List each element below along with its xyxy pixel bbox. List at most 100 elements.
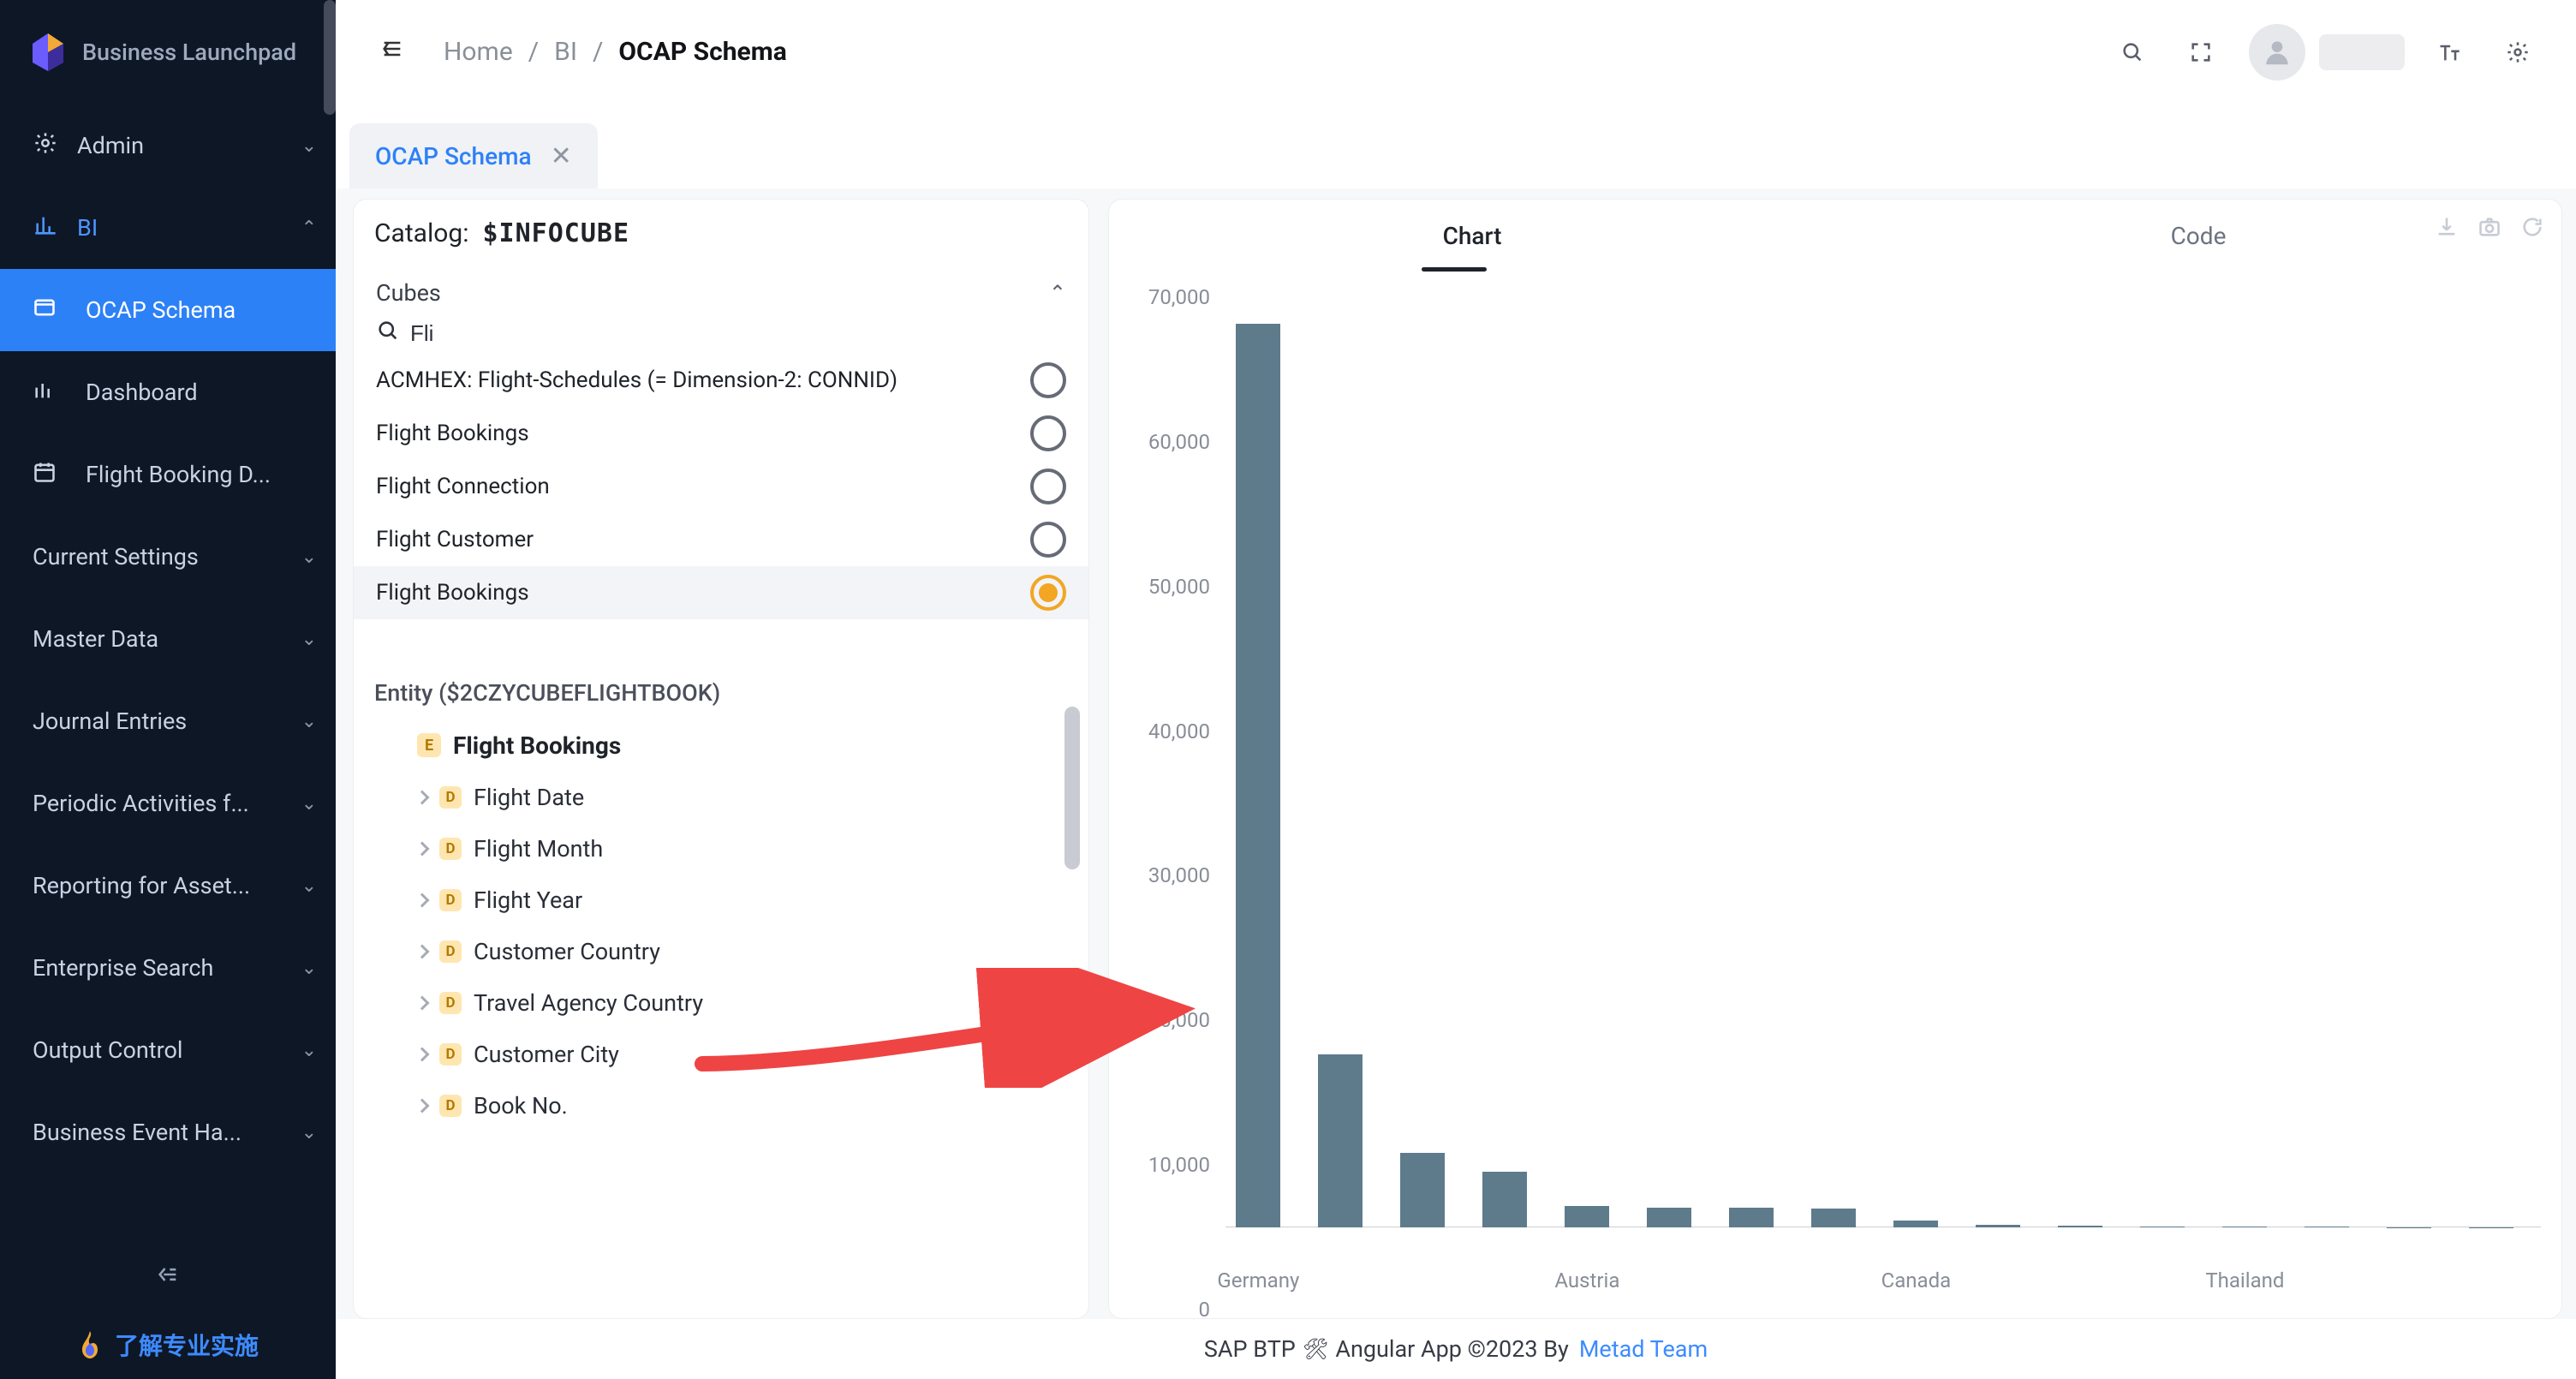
fullscreen-button[interactable] (2177, 28, 2225, 76)
sidebar-item-flight-booking[interactable]: Flight Booking D... (0, 433, 336, 516)
chevron-down-icon: ⌄ (301, 135, 317, 157)
text-size-button[interactable] (2425, 28, 2473, 76)
cubes-section-header[interactable]: Cubes ⌃ (354, 260, 1088, 315)
settings-button[interactable] (2494, 28, 2542, 76)
topbar: Home / BI / OCAP Schema (336, 0, 2576, 104)
caret-right-icon (415, 1099, 430, 1113)
cube-item-label: Flight Bookings (376, 580, 529, 606)
radio-icon[interactable] (1030, 362, 1066, 398)
cube-item-label: Flight Connection (376, 474, 550, 499)
crumb-current: OCAP Schema (618, 37, 786, 67)
cube-search-input[interactable] (410, 320, 667, 347)
x-tick-label: Thailand (2205, 1269, 2284, 1292)
tree-dimension[interactable]: DCustomer City (374, 1029, 1080, 1080)
y-tick-label: 50,000 (1148, 575, 1210, 599)
sidebar-item-output-control[interactable]: Output Control ⌄ (0, 1009, 336, 1091)
y-tick-label: 60,000 (1148, 430, 1210, 454)
avatar[interactable] (2249, 24, 2305, 81)
sidebar-item-bi[interactable]: BI ⌃ (0, 187, 336, 269)
cube-item[interactable]: Flight Customer (354, 513, 1088, 566)
chart-bar[interactable] (1893, 1221, 1939, 1227)
tree-dimension[interactable]: DCustomer Country (374, 926, 1080, 977)
sidebar-item-reporting-asset[interactable]: Reporting for Asset... ⌄ (0, 845, 336, 927)
search-button[interactable] (2108, 28, 2156, 76)
scrollbar-thumb[interactable] (1064, 707, 1080, 869)
refresh-icon[interactable] (2520, 215, 2544, 244)
tools-icon: 🛠 (1303, 1337, 1328, 1361)
tree-dimension[interactable]: DBook No. (374, 1080, 1080, 1131)
chart-panel: Chart Code 010,00020,00030,00040,00050,0… (1108, 199, 2562, 1319)
x-tick-label: Germany (1217, 1269, 1299, 1292)
chart-bar[interactable] (1811, 1209, 1857, 1227)
radio-icon[interactable] (1030, 469, 1066, 504)
sidebar-item-ocap-schema[interactable]: OCAP Schema (0, 269, 336, 351)
cube-item[interactable]: Flight Bookings (354, 407, 1088, 460)
tab-chart[interactable]: Chart (1109, 222, 1835, 250)
catalog-value[interactable]: $INFOCUBE (483, 218, 630, 248)
footer-text-mid: Angular App ©2023 By (1335, 1335, 1569, 1363)
breadcrumb: Home / BI / OCAP Schema (444, 37, 787, 67)
chart-bar[interactable] (1482, 1172, 1528, 1227)
chart-area: 010,00020,00030,00040,00050,00060,00070,… (1109, 272, 2561, 1318)
cube-item-label: ACMHEX: Flight-Schedules (= Dimension-2:… (376, 367, 897, 393)
chevron-down-icon: ⌄ (301, 1040, 317, 1061)
user-name-pill[interactable] (2319, 34, 2405, 70)
sidebar-item-master-data[interactable]: Master Data ⌄ (0, 598, 336, 680)
menu-toggle-icon[interactable] (380, 37, 404, 68)
chart-bar[interactable] (1565, 1206, 1610, 1227)
camera-icon[interactable] (2478, 215, 2501, 244)
footer-link-metad[interactable]: Metad Team (1579, 1335, 1708, 1363)
caret-right-icon (415, 996, 430, 1011)
sidebar-item-current-settings[interactable]: Current Settings ⌄ (0, 516, 336, 598)
chart-bar[interactable] (1647, 1208, 1692, 1227)
sidebar-collapse-button[interactable] (0, 1239, 336, 1310)
chart-bar[interactable] (1400, 1153, 1446, 1227)
sidebar-bottom-link[interactable]: 了解专业实施 (0, 1310, 336, 1379)
radio-icon[interactable] (1030, 575, 1066, 611)
sidebar-item-dashboard[interactable]: Dashboard (0, 351, 336, 433)
tree-root-flight-bookings[interactable]: E Flight Bookings (374, 719, 1080, 772)
chart-bar[interactable] (2058, 1226, 2103, 1227)
sidebar-item-admin[interactable]: Admin ⌄ (0, 104, 336, 187)
chart-bar[interactable] (1318, 1054, 1363, 1227)
scrollbar-thumb[interactable] (324, 0, 336, 115)
close-icon[interactable]: ✕ (551, 141, 572, 171)
tree-dimension-label: Travel Agency Country (474, 989, 703, 1017)
cube-item-label: Flight Bookings (376, 421, 529, 446)
cube-item[interactable]: Flight Connection (354, 460, 1088, 513)
bar-chart-icon (33, 378, 58, 407)
y-tick-label: 40,000 (1148, 719, 1210, 743)
tree-dimension-label: Flight Date (474, 784, 584, 811)
tree-dimension[interactable]: DFlight Year (374, 875, 1080, 926)
tree-dimension[interactable]: DFlight Month (374, 823, 1080, 875)
sidebar-item-journal-entries[interactable]: Journal Entries ⌄ (0, 680, 336, 762)
download-icon[interactable] (2435, 215, 2459, 244)
sidebar-item-business-event[interactable]: Business Event Ha... ⌄ (0, 1091, 336, 1173)
crumb-home[interactable]: Home (444, 37, 513, 67)
radio-icon[interactable] (1030, 415, 1066, 451)
workspace-tab-ocap-schema[interactable]: OCAP Schema ✕ (349, 123, 598, 188)
dimension-badge-icon: D (439, 1043, 462, 1066)
sidebar-item-periodic-activities[interactable]: Periodic Activities f... ⌄ (0, 762, 336, 845)
chart-bar[interactable] (1976, 1225, 2021, 1227)
radio-icon[interactable] (1030, 522, 1066, 558)
caret-right-icon (415, 842, 430, 857)
cube-list: ACMHEX: Flight-Schedules (= Dimension-2:… (354, 354, 1088, 619)
y-tick-label: 20,000 (1148, 1008, 1210, 1032)
chart-bar[interactable] (1236, 324, 1281, 1227)
chart-bar[interactable] (1729, 1208, 1774, 1227)
bar-chart-icon (33, 213, 58, 243)
cube-item[interactable]: Flight Bookings (354, 566, 1088, 619)
workspace-tabstrip: OCAP Schema ✕ (336, 104, 2576, 188)
tree-dimension-label: Book No. (474, 1092, 568, 1119)
sidebar-item-enterprise-search[interactable]: Enterprise Search ⌄ (0, 927, 336, 1009)
y-tick-label: 30,000 (1148, 863, 1210, 887)
chevron-up-icon: ⌃ (301, 218, 317, 239)
tree-dimension[interactable]: DFlight Date (374, 772, 1080, 823)
tree-dimension-label: Flight Month (474, 835, 603, 863)
tree-dimension[interactable]: DTravel Agency Country (374, 977, 1080, 1029)
chevron-down-icon: ⌄ (301, 711, 317, 732)
cube-item[interactable]: ACMHEX: Flight-Schedules (= Dimension-2:… (354, 354, 1088, 407)
crumb-bi[interactable]: BI (554, 37, 577, 67)
y-tick-label: 70,000 (1148, 285, 1210, 309)
